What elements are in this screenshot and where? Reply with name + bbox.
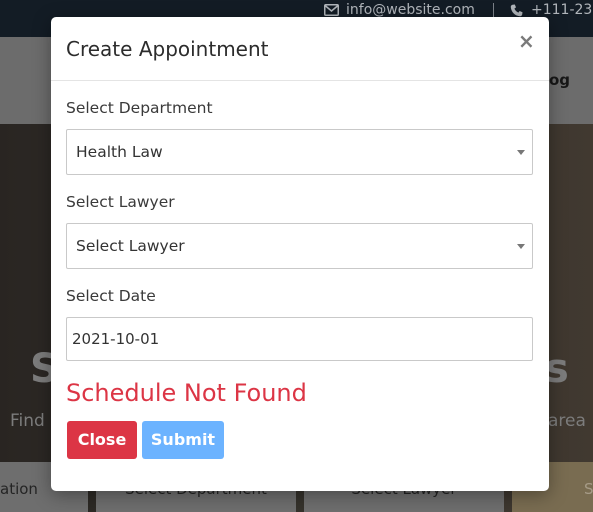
submit-button[interactable]: Submit: [142, 421, 224, 459]
close-button[interactable]: Close: [67, 421, 137, 459]
date-value: 2021-10-01: [72, 330, 160, 348]
close-icon[interactable]: ×: [518, 31, 535, 51]
modal-header: Create Appointment ×: [51, 17, 549, 81]
date-input[interactable]: 2021-10-01: [66, 317, 533, 361]
lawyer-value: Select Lawyer: [76, 237, 185, 255]
lawyer-label: Select Lawyer: [66, 193, 175, 211]
date-label: Select Date: [66, 287, 156, 305]
create-appointment-modal: Create Appointment × Select Department H…: [51, 17, 549, 491]
lawyer-dropdown[interactable]: Select Lawyer: [66, 223, 533, 269]
department-label: Select Department: [66, 99, 213, 117]
department-value: Health Law: [76, 143, 163, 161]
department-dropdown[interactable]: Health Law: [66, 129, 533, 175]
error-message: Schedule Not Found: [66, 379, 307, 407]
modal-title: Create Appointment: [66, 37, 269, 61]
chevron-down-icon: [517, 150, 525, 155]
chevron-down-icon: [517, 244, 525, 249]
